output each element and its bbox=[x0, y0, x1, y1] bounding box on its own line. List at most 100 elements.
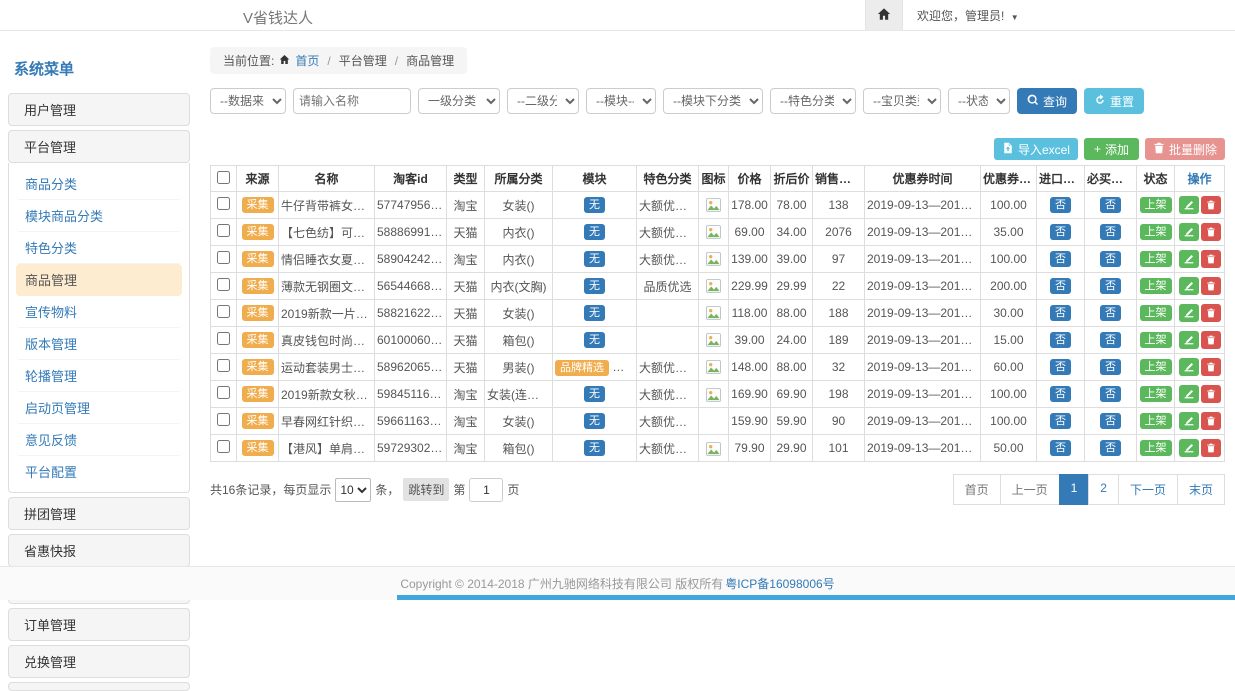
edit-button[interactable] bbox=[1179, 358, 1199, 376]
delete-button[interactable] bbox=[1201, 331, 1221, 349]
must-buy-badge[interactable]: 否 bbox=[1100, 278, 1121, 294]
must-buy-badge[interactable]: 否 bbox=[1100, 413, 1121, 429]
select-all-checkbox[interactable] bbox=[217, 171, 230, 184]
edit-button[interactable] bbox=[1179, 331, 1199, 349]
filter-select-状态[interactable]: --状态-- bbox=[948, 88, 1010, 114]
status-badge[interactable]: 上架 bbox=[1140, 251, 1172, 267]
import-select-badge[interactable]: 否 bbox=[1050, 197, 1071, 213]
page-button-末页[interactable]: 末页 bbox=[1177, 474, 1225, 505]
filter-select-模块[interactable]: --模块-- bbox=[586, 88, 656, 114]
status-badge[interactable]: 上架 bbox=[1140, 386, 1172, 402]
status-badge[interactable]: 上架 bbox=[1140, 305, 1172, 321]
import-select-badge[interactable]: 否 bbox=[1050, 332, 1071, 348]
sidebar-item-轮播管理[interactable]: 轮播管理 bbox=[16, 360, 182, 392]
icp-link[interactable]: 粤ICP备16098006号 bbox=[725, 575, 834, 592]
filter-select-模块下分类[interactable]: --模块下分类-- bbox=[663, 88, 763, 114]
sidebar-item-商品分类[interactable]: 商品分类 bbox=[16, 168, 182, 200]
row-checkbox[interactable] bbox=[217, 359, 230, 372]
edit-button[interactable] bbox=[1179, 412, 1199, 430]
sidebar-item-商品管理[interactable]: 商品管理 bbox=[16, 264, 182, 296]
per-page-select[interactable]: 10 bbox=[335, 478, 371, 502]
page-button-2[interactable]: 2 bbox=[1088, 474, 1119, 505]
filter-select-数据来源[interactable]: --数据来源-- bbox=[210, 88, 286, 114]
sidebar-item-平台配置[interactable]: 平台配置 bbox=[16, 456, 182, 487]
must-buy-badge[interactable]: 否 bbox=[1100, 332, 1121, 348]
user-menu[interactable]: 欢迎您，管理员! ▼ bbox=[903, 7, 1033, 24]
delete-button[interactable] bbox=[1201, 304, 1221, 322]
sidebar-group-省惠快报[interactable]: 省惠快报 bbox=[8, 534, 190, 567]
row-checkbox[interactable] bbox=[217, 251, 230, 264]
delete-button[interactable] bbox=[1201, 223, 1221, 241]
sidebar-item-模块商品分类[interactable]: 模块商品分类 bbox=[16, 200, 182, 232]
delete-button[interactable] bbox=[1201, 385, 1221, 403]
home-button[interactable] bbox=[865, 0, 903, 30]
filter-select-宝贝类型[interactable]: --宝贝类型-- bbox=[863, 88, 941, 114]
status-badge[interactable]: 上架 bbox=[1140, 440, 1172, 456]
delete-button[interactable] bbox=[1201, 412, 1221, 430]
delete-button[interactable] bbox=[1201, 250, 1221, 268]
sidebar-item-版本管理[interactable]: 版本管理 bbox=[16, 328, 182, 360]
filter-select-一级分类[interactable]: 一级分类 bbox=[418, 88, 500, 114]
must-buy-badge[interactable]: 否 bbox=[1100, 251, 1121, 267]
import-select-badge[interactable]: 否 bbox=[1050, 359, 1071, 375]
edit-button[interactable] bbox=[1179, 250, 1199, 268]
sidebar-group-平台管理[interactable]: 平台管理 bbox=[8, 130, 190, 163]
must-buy-badge[interactable]: 否 bbox=[1100, 386, 1121, 402]
status-badge[interactable]: 上架 bbox=[1140, 224, 1172, 240]
sidebar-group-用户管理[interactable]: 用户管理 bbox=[8, 93, 190, 126]
status-badge[interactable]: 上架 bbox=[1140, 413, 1172, 429]
status-badge[interactable]: 上架 bbox=[1140, 359, 1172, 375]
sidebar-group-拼团管理[interactable]: 拼团管理 bbox=[8, 497, 190, 530]
delete-button[interactable] bbox=[1201, 358, 1221, 376]
row-checkbox[interactable] bbox=[217, 332, 230, 345]
sidebar-item-启动页管理[interactable]: 启动页管理 bbox=[16, 392, 182, 424]
status-badge[interactable]: 上架 bbox=[1140, 332, 1172, 348]
breadcrumb-home-link[interactable]: 首页 bbox=[295, 52, 319, 69]
filter-select-特色分类[interactable]: --特色分类-- bbox=[770, 88, 856, 114]
sidebar-group-兑换管理[interactable]: 兑换管理 bbox=[8, 645, 190, 678]
edit-button[interactable] bbox=[1179, 277, 1199, 295]
import-select-badge[interactable]: 否 bbox=[1050, 440, 1071, 456]
page-button-下一页[interactable]: 下一页 bbox=[1118, 474, 1178, 505]
search-button[interactable]: 查询 bbox=[1017, 88, 1077, 114]
edit-button[interactable] bbox=[1179, 439, 1199, 457]
row-checkbox[interactable] bbox=[217, 413, 230, 426]
must-buy-badge[interactable]: 否 bbox=[1100, 224, 1121, 240]
reset-button[interactable]: 重置 bbox=[1084, 88, 1144, 114]
name-filter-input[interactable] bbox=[293, 88, 411, 114]
sidebar-group-订单管理[interactable]: 订单管理 bbox=[8, 608, 190, 641]
delete-button[interactable] bbox=[1201, 277, 1221, 295]
row-checkbox[interactable] bbox=[217, 440, 230, 453]
import-select-badge[interactable]: 否 bbox=[1050, 224, 1071, 240]
filter-select-二级分类[interactable]: --二级分类-- bbox=[507, 88, 579, 114]
add-button[interactable]: + 添加 bbox=[1084, 138, 1139, 160]
import-select-badge[interactable]: 否 bbox=[1050, 305, 1071, 321]
import-select-badge[interactable]: 否 bbox=[1050, 386, 1071, 402]
page-button-上一页[interactable]: 上一页 bbox=[1000, 474, 1060, 505]
row-checkbox[interactable] bbox=[217, 197, 230, 210]
sidebar-group-partial[interactable] bbox=[8, 682, 190, 691]
delete-button[interactable] bbox=[1201, 196, 1221, 214]
sidebar-item-意见反馈[interactable]: 意见反馈 bbox=[16, 424, 182, 456]
must-buy-badge[interactable]: 否 bbox=[1100, 305, 1121, 321]
must-buy-badge[interactable]: 否 bbox=[1100, 359, 1121, 375]
delete-button[interactable] bbox=[1201, 439, 1221, 457]
edit-button[interactable] bbox=[1179, 385, 1199, 403]
status-badge[interactable]: 上架 bbox=[1140, 197, 1172, 213]
edit-button[interactable] bbox=[1179, 196, 1199, 214]
sidebar-item-宣传物料[interactable]: 宣传物料 bbox=[16, 296, 182, 328]
sidebar-item-特色分类[interactable]: 特色分类 bbox=[16, 232, 182, 264]
import-excel-button[interactable]: 导入excel bbox=[994, 138, 1078, 160]
row-checkbox[interactable] bbox=[217, 386, 230, 399]
edit-button[interactable] bbox=[1179, 223, 1199, 241]
page-number-input[interactable] bbox=[469, 478, 503, 502]
edit-button[interactable] bbox=[1179, 304, 1199, 322]
row-checkbox[interactable] bbox=[217, 278, 230, 291]
batch-delete-button[interactable]: 批量删除 bbox=[1145, 138, 1225, 160]
import-select-badge[interactable]: 否 bbox=[1050, 278, 1071, 294]
row-checkbox[interactable] bbox=[217, 305, 230, 318]
import-select-badge[interactable]: 否 bbox=[1050, 251, 1071, 267]
row-checkbox[interactable] bbox=[217, 224, 230, 237]
page-button-1[interactable]: 1 bbox=[1059, 474, 1090, 505]
must-buy-badge[interactable]: 否 bbox=[1100, 197, 1121, 213]
